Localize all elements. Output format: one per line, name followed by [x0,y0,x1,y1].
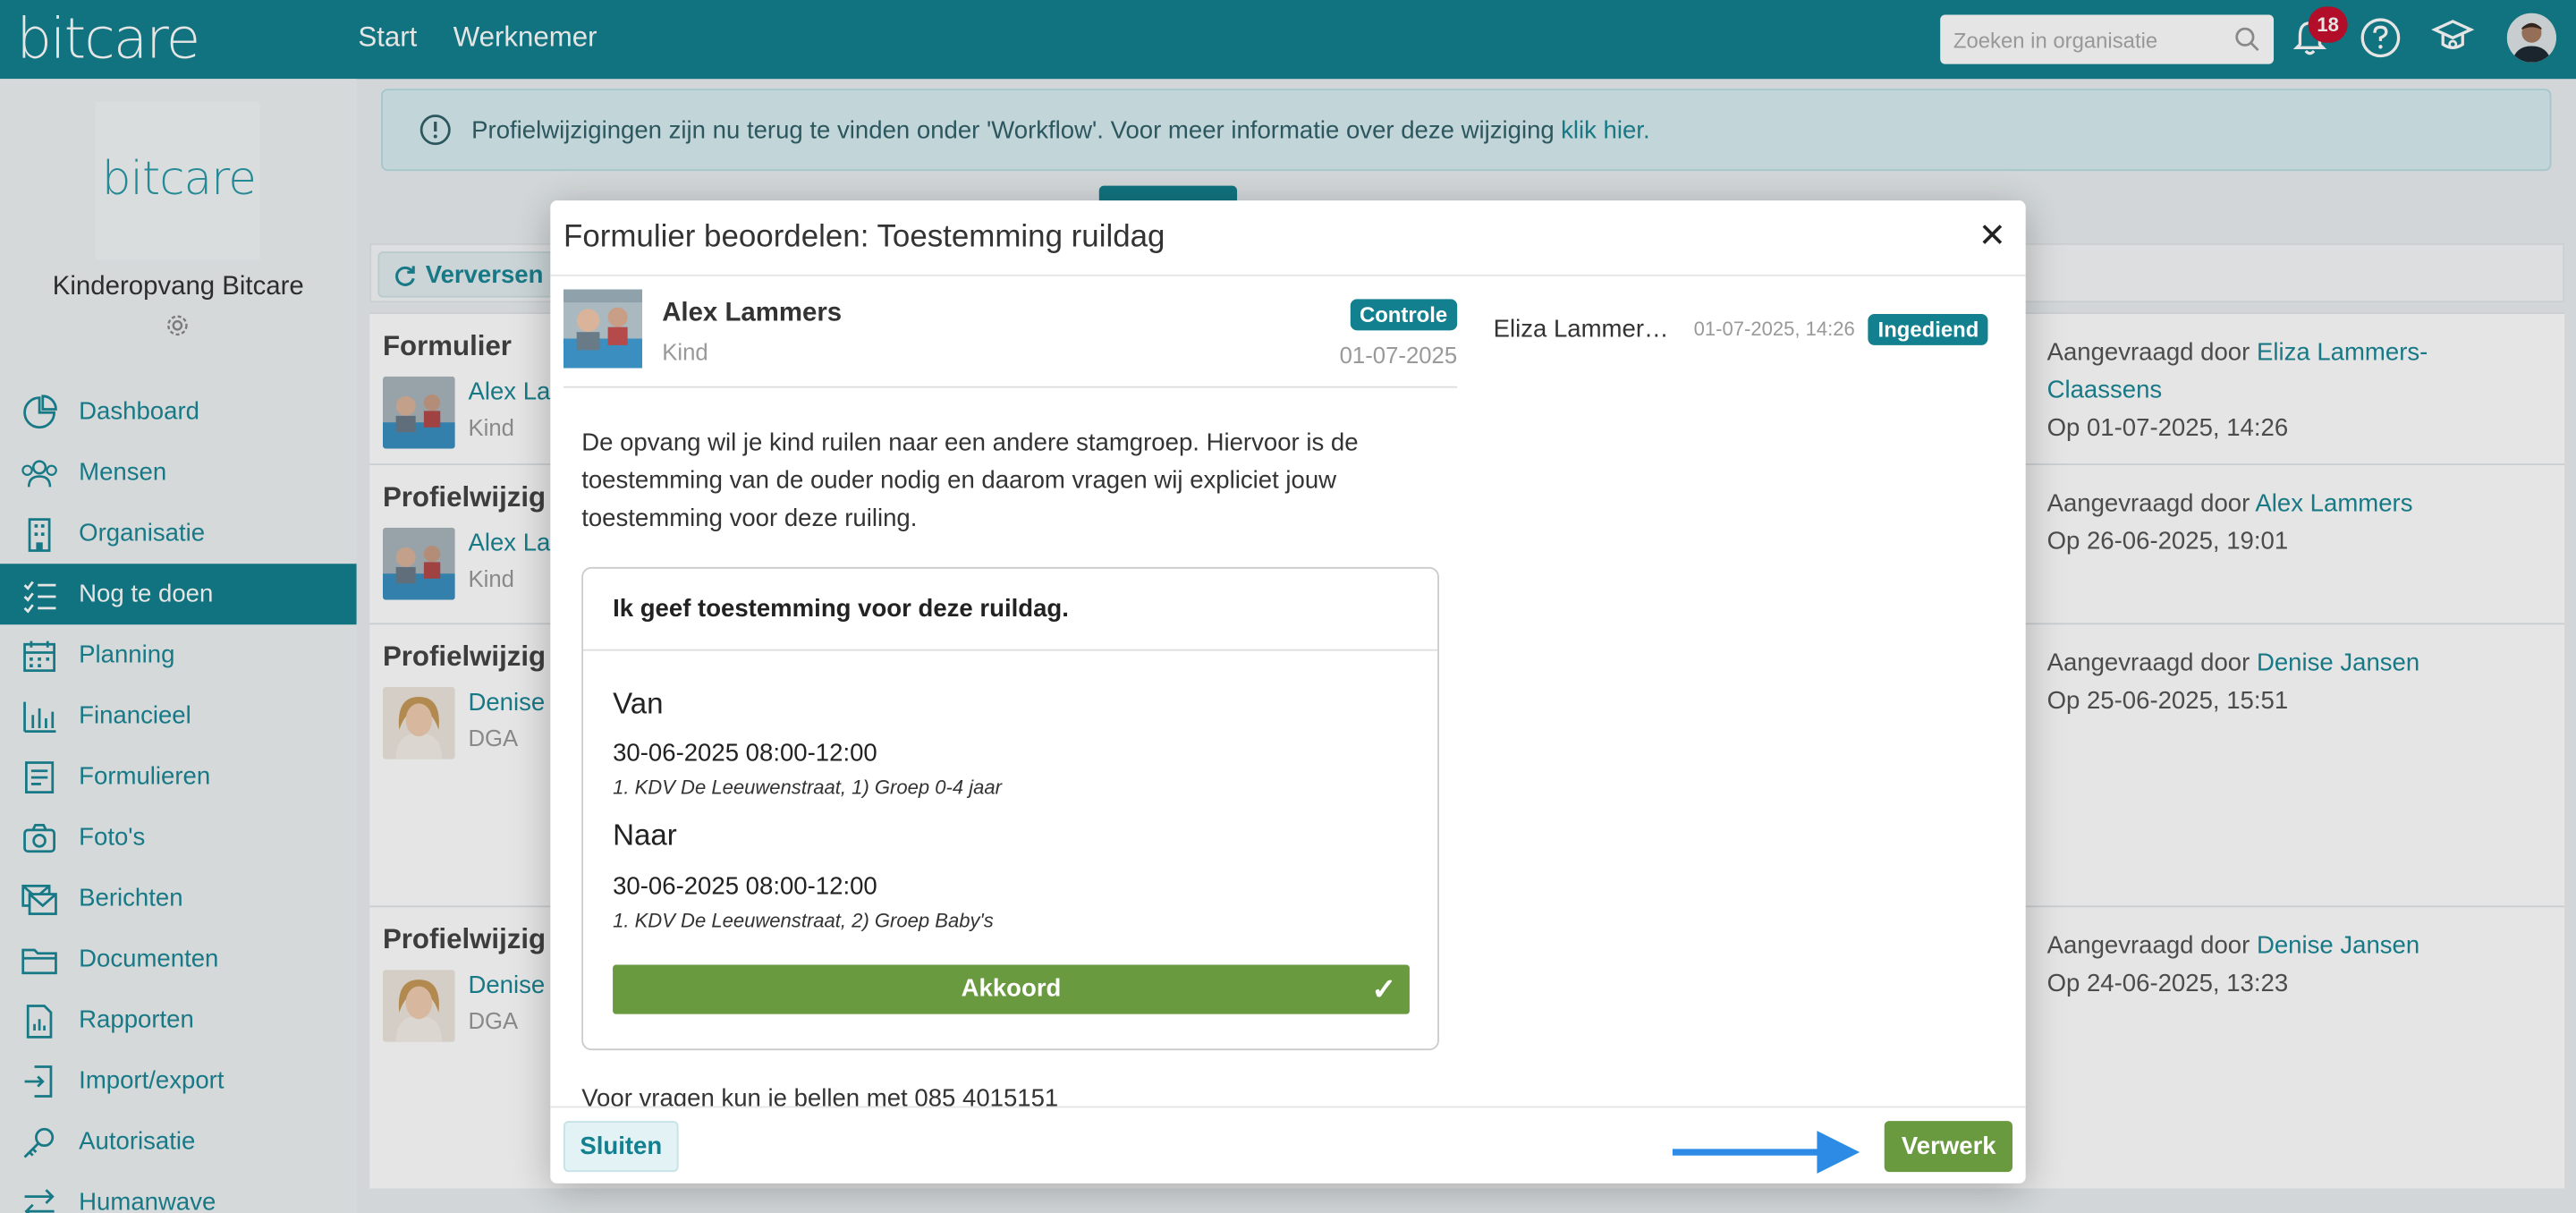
consent-form: Ik geef toestemming voor deze ruildag. V… [581,566,1439,1051]
submission-time: 01-07-2025, 14:26 [1693,317,1855,341]
form-heading: Ik geef toestemming voor deze ruildag. [583,569,1438,651]
review-modal: Formulier beoordelen: Toestemming ruilda… [550,200,2026,1183]
status-badge: Controle [1349,299,1458,331]
arrow-right-icon [1672,1131,1860,1174]
modal-footer: Sluiten Verwerk [550,1106,2026,1183]
to-value: 30-06-2025 08:00-12:00 [613,872,877,901]
modal-body[interactable]: Alex Lammers Kind Controle 01-07-2025 De… [550,276,2025,1107]
form-description: De opvang wil je kind ruilen naar een an… [581,428,1359,533]
from-value: 30-06-2025 08:00-12:00 [613,739,877,768]
close-button[interactable]: Sluiten [563,1121,679,1173]
person-role: Kind [662,338,708,365]
process-button[interactable]: Verwerk [1885,1121,2012,1173]
submitter-name: Eliza Lammers-Claassens [1493,314,1681,344]
person-name: Alex Lammers [662,299,843,327]
from-location: 1. KDV De Leeuwenstraat, 1) Groep 0-4 ja… [613,776,1003,799]
status-badge: Ingediend [1868,313,1989,344]
contact-text: Voor vragen kun je bellen met 085 401515… [581,1084,1059,1107]
close-icon[interactable]: ✕ [1979,220,2006,253]
submission-row: Eliza Lammers-Claassens 01-07-2025, 14:2… [1494,309,2003,348]
akkoord-button[interactable]: Akkoord ✓ [613,964,1410,1014]
modal-header: Formulier beoordelen: Toestemming ruilda… [550,200,2026,276]
to-label: Naar [613,819,677,852]
akkoord-label: Akkoord [961,974,1062,1003]
person-date: 01-07-2025 [1339,342,1458,369]
child-photo [563,289,643,369]
to-location: 1. KDV De Leeuwenstraat, 2) Groep Baby's [613,909,994,932]
check-icon: ✓ [1371,972,1397,1006]
app-root: bitcare Start Werknemer 18 bitcare Kinde… [0,0,2576,1213]
person-header: Alex Lammers Kind Controle 01-07-2025 [563,289,1458,388]
modal-title: Formulier beoordelen: Toestemming ruilda… [563,220,1165,255]
from-label: Van [613,687,664,720]
